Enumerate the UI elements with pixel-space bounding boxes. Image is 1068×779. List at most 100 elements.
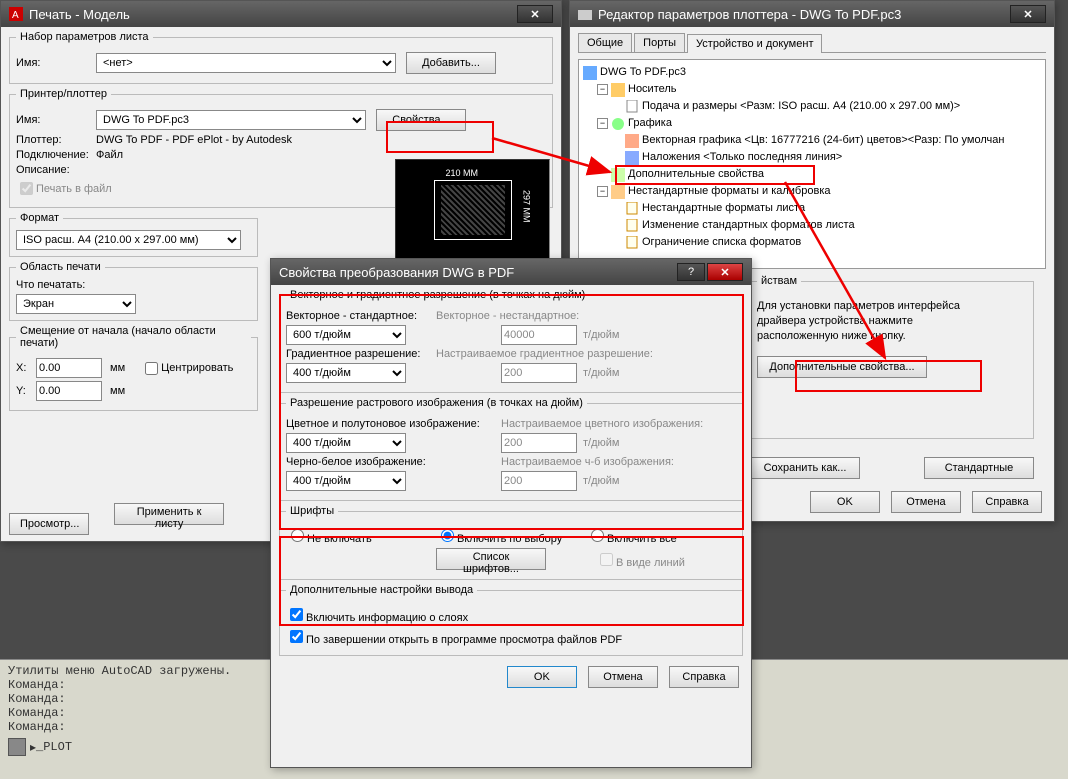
collapse-icon[interactable]: − xyxy=(597,186,608,197)
ok-button[interactable]: OK xyxy=(507,666,577,688)
format-fieldset: Формат ISO расш. A4 (210.00 x 297.00 мм) xyxy=(9,212,258,257)
name-label: Имя: xyxy=(16,57,96,69)
plotter-select[interactable]: DWG To PDF.pc3 xyxy=(96,110,366,130)
titlebar: Редактор параметров плоттера - DWG To PD… xyxy=(570,1,1054,27)
printer-icon xyxy=(578,7,592,21)
command-text[interactable]: _PLOT xyxy=(36,740,72,754)
legend: Набор параметров листа xyxy=(16,31,153,43)
collapse-icon[interactable]: − xyxy=(597,118,608,129)
window-title: Печать - Модель xyxy=(29,7,517,22)
tree-limit[interactable]: Ограничение списка форматов xyxy=(642,234,801,251)
titlebar: A Печать - Модель ✕ xyxy=(1,1,561,27)
name-label: Имя: xyxy=(16,114,96,126)
help-icon[interactable]: ? xyxy=(677,263,705,281)
cancel-button[interactable]: Отмена xyxy=(891,491,961,513)
svg-text:A: A xyxy=(12,10,19,21)
graphics-icon xyxy=(611,117,625,131)
unit: мм xyxy=(110,362,125,374)
apply-button[interactable]: Применить к листу xyxy=(114,503,224,525)
merge-icon xyxy=(625,151,639,165)
window-title: Свойства преобразования DWG в PDF xyxy=(279,265,677,280)
device-tree[interactable]: DWG To PDF.pc3 − Носитель Подача и размер… xyxy=(578,59,1046,269)
format-select[interactable]: ISO расш. A4 (210.00 x 297.00 мм) xyxy=(16,230,241,250)
dim-height: 297 MM xyxy=(522,190,532,223)
what-label: Что печатать: xyxy=(16,279,251,291)
page-set-fieldset: Набор параметров листа Имя: <нет> Добави… xyxy=(9,31,553,84)
description-label: Описание: xyxy=(16,164,96,176)
x-input[interactable] xyxy=(36,358,102,378)
page-set-select[interactable]: <нет> xyxy=(96,53,396,73)
tab-general[interactable]: Общие xyxy=(578,33,632,52)
info-text: драйвера устройства нажмите xyxy=(757,314,1027,329)
center-label: Центрировать xyxy=(161,362,233,374)
close-button[interactable]: ✕ xyxy=(707,263,743,281)
sheet-icon xyxy=(625,202,639,216)
custom-props-fieldset: йствам Для установки параметров интерфей… xyxy=(750,275,1034,439)
highlight-fonts-section xyxy=(279,536,744,626)
tree-media[interactable]: Носитель xyxy=(628,81,677,98)
highlight-tree-item xyxy=(615,165,815,185)
paper-preview: 210 MM 297 MM xyxy=(395,159,550,260)
app-icon: A xyxy=(9,7,23,21)
unit: мм xyxy=(110,385,125,397)
close-button[interactable]: ✕ xyxy=(517,5,553,23)
ok-button[interactable]: OK xyxy=(810,491,880,513)
tree-media-src[interactable]: Подача и размеры <Разм: ISO расш. A4 (21… xyxy=(642,98,960,115)
tree-chg[interactable]: Изменение стандартных форматов листа xyxy=(642,217,855,234)
collapse-icon[interactable]: − xyxy=(597,84,608,95)
info-text: расположенную ниже кнопку. xyxy=(757,329,1027,344)
legend: йствам xyxy=(757,275,801,287)
tab-bar: Общие Порты Устройство и документ xyxy=(578,33,1046,53)
connection-value: Файл xyxy=(96,149,123,161)
sheet-icon xyxy=(625,219,639,233)
add-button[interactable]: Добавить... xyxy=(406,52,496,74)
preview-button[interactable]: Просмотр... xyxy=(9,513,89,535)
y-input[interactable] xyxy=(36,381,102,401)
highlight-props-btn xyxy=(386,121,494,153)
save-as-button[interactable]: Сохранить как... xyxy=(750,457,860,479)
window-title: Редактор параметров плоттера - DWG To PD… xyxy=(598,7,1010,22)
info-text: Для установки параметров интерфейса xyxy=(757,299,1027,314)
open-label: По завершении открыть в программе просмо… xyxy=(306,634,622,646)
calib-icon xyxy=(611,185,625,199)
connection-label: Подключение: xyxy=(16,149,96,161)
pc3-icon xyxy=(583,66,597,80)
tab-ports[interactable]: Порты xyxy=(634,33,685,52)
legend: Область печати xyxy=(16,261,105,273)
close-button[interactable]: ✕ xyxy=(1010,5,1046,23)
x-label: X: xyxy=(16,362,36,374)
tree-nonstandard[interactable]: Нестандартные форматы и калибровка xyxy=(628,183,831,200)
tree-nsf[interactable]: Нестандартные форматы листа xyxy=(642,200,805,217)
dim-width: 210 MM xyxy=(446,168,479,178)
titlebar: Свойства преобразования DWG в PDF ? ✕ xyxy=(271,259,751,285)
tree-merge[interactable]: Наложения <Только последняя линия> xyxy=(642,149,842,166)
center-check[interactable] xyxy=(145,362,158,375)
media-icon xyxy=(611,83,625,97)
plotter-label: Плоттер: xyxy=(16,134,96,146)
help-button[interactable]: Справка xyxy=(972,491,1042,513)
print-to-file-label: Печать в файл xyxy=(36,183,112,195)
highlight-custom-btn xyxy=(795,360,982,392)
tab-device[interactable]: Устройство и документ xyxy=(687,34,822,53)
standard-button[interactable]: Стандартные xyxy=(924,457,1034,479)
plotter-value: DWG To PDF - PDF ePlot - by Autodesk xyxy=(96,134,292,146)
sheet-icon xyxy=(625,236,639,250)
vector-icon xyxy=(625,134,639,148)
help-button[interactable]: Справка xyxy=(669,666,739,688)
area-fieldset: Область печати Что печатать: Экран xyxy=(9,261,258,321)
tree-vector[interactable]: Векторная графика <Цв: 16777216 (24-бит)… xyxy=(642,132,1004,149)
tree-graphics[interactable]: Графика xyxy=(628,115,672,132)
print-to-file-check xyxy=(20,182,33,195)
cmd-icon[interactable] xyxy=(8,738,26,756)
page-icon xyxy=(625,100,639,114)
offset-fieldset: Смещение от начала (начало области печат… xyxy=(9,325,258,411)
open-check[interactable] xyxy=(290,630,303,643)
tree-root[interactable]: DWG To PDF.pc3 xyxy=(600,64,686,81)
highlight-res-section xyxy=(279,294,744,530)
legend: Смещение от начала (начало области печат… xyxy=(16,325,251,349)
legend: Принтер/плоттер xyxy=(16,88,111,100)
y-label: Y: xyxy=(16,385,36,397)
legend: Формат xyxy=(16,212,63,224)
area-select[interactable]: Экран xyxy=(16,294,136,314)
cancel-button[interactable]: Отмена xyxy=(588,666,658,688)
